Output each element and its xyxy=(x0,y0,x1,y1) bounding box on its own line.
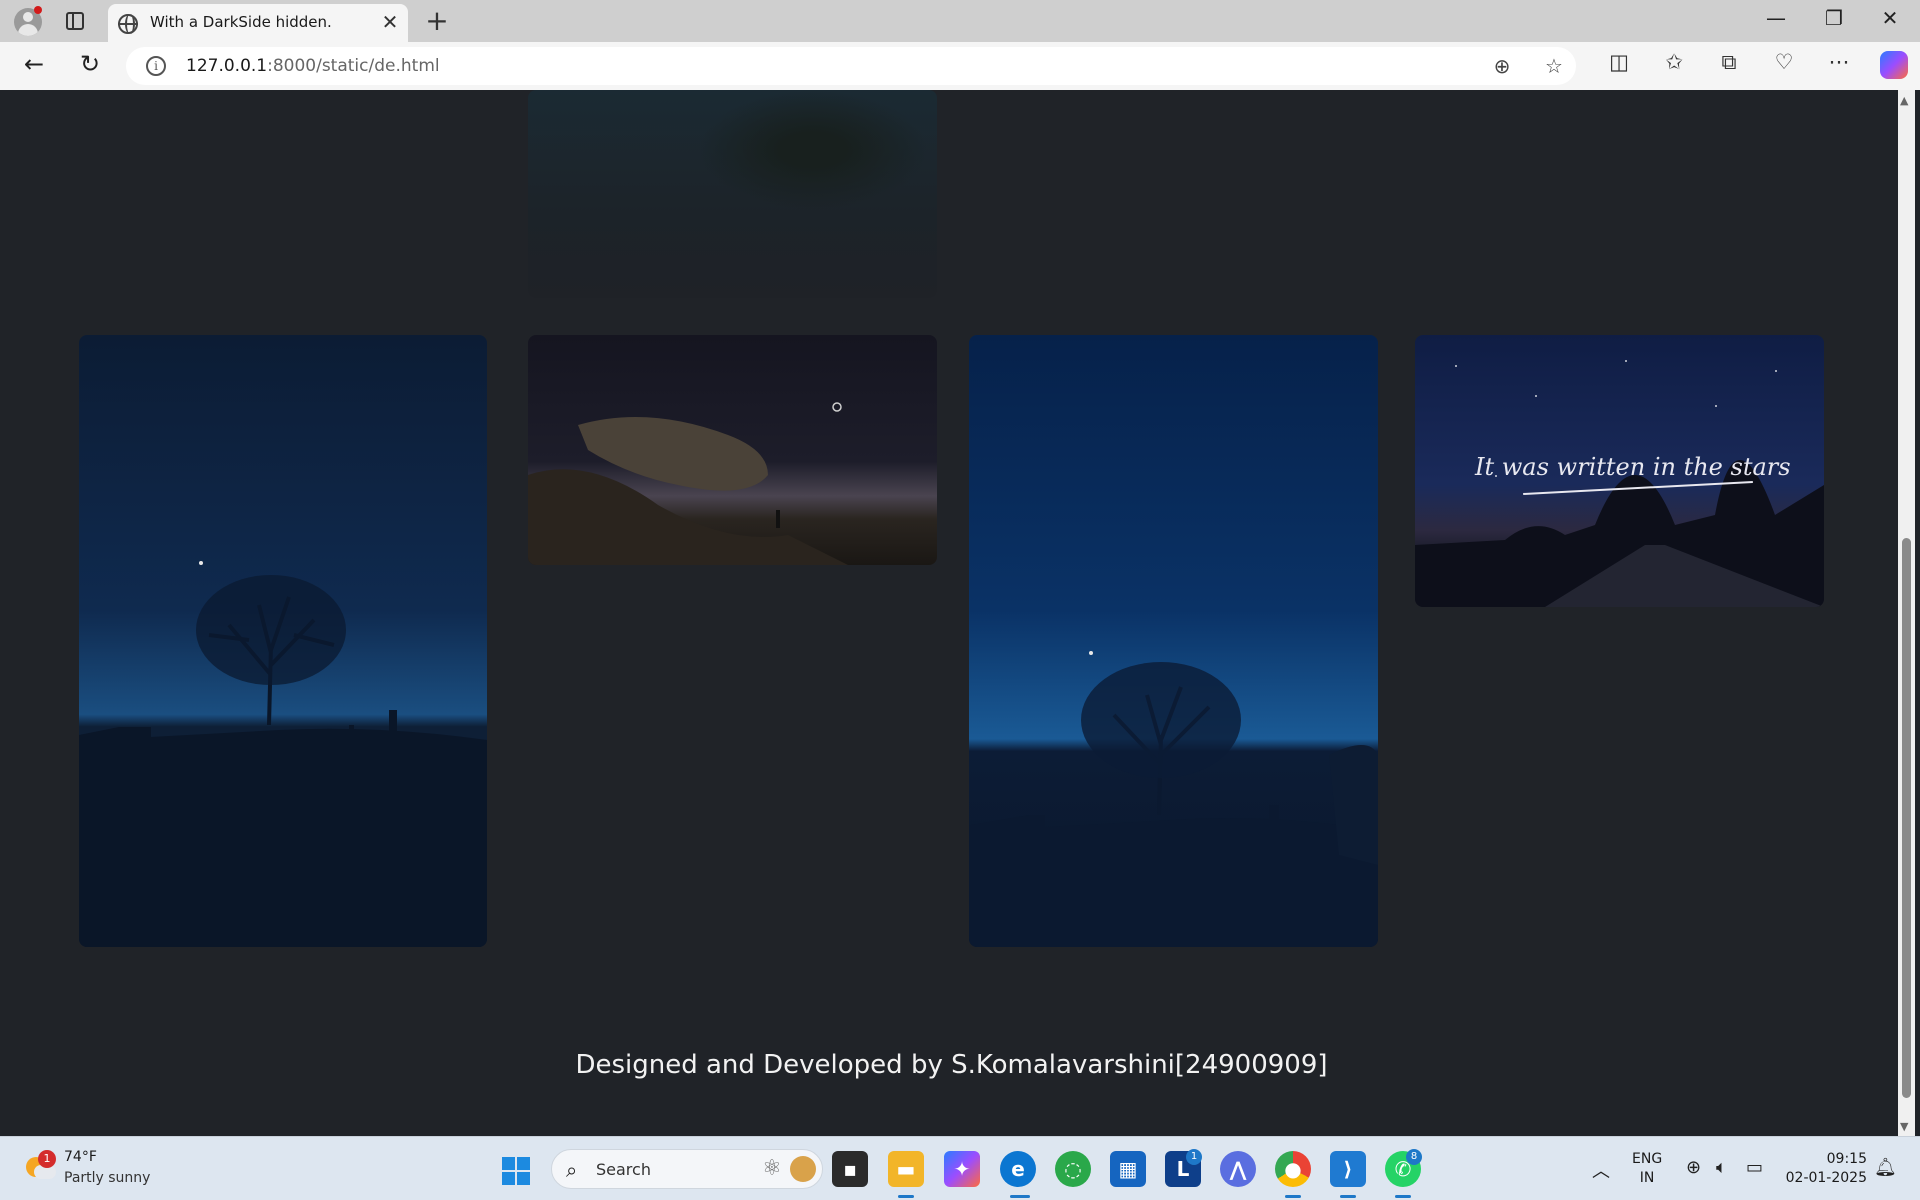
browser-essentials-icon[interactable]: ♡ xyxy=(1768,50,1800,74)
file-explorer-active-indicator xyxy=(898,1195,914,1198)
rock-silhouette xyxy=(528,402,848,565)
zoom-icon[interactable]: ⊕ xyxy=(1488,54,1516,78)
misty-forest-photo xyxy=(528,90,937,298)
stars-road-trees-photo: It was written in the stars xyxy=(1415,335,1824,607)
refresh-icon[interactable]: ↻ xyxy=(72,50,108,78)
weather-badge: 1 xyxy=(38,1150,56,1168)
clock-time: 09:15 xyxy=(1826,1151,1867,1167)
copilot-icon[interactable] xyxy=(1880,51,1908,79)
language-indicator[interactable]: ENG IN xyxy=(1632,1150,1662,1188)
rock-ledge-night-photo xyxy=(528,335,937,565)
close-window-icon[interactable]: ✕ xyxy=(1870,6,1910,30)
more-options-icon[interactable]: ⋯ xyxy=(1823,50,1855,74)
network-globe-icon[interactable]: ⊕ xyxy=(1686,1157,1701,1178)
tree-silhouette xyxy=(79,561,487,947)
scroll-thumb[interactable] xyxy=(1902,538,1911,1098)
browser-toolbar: ← ↻ i 127.0.0.1:8000/static/de.html ⊕ ☆ … xyxy=(0,42,1920,90)
tree-fence-silhouette xyxy=(969,651,1378,947)
edge-browser-icon[interactable]: e xyxy=(1000,1151,1036,1187)
search-placeholder: Search xyxy=(596,1160,651,1179)
url-text[interactable]: 127.0.0.1:8000/static/de.html xyxy=(186,56,440,76)
footer-credit: Designed and Developed by S.Komalavarshi… xyxy=(575,1050,1328,1080)
scroll-up-arrow-icon[interactable]: ▲ xyxy=(1900,94,1908,107)
close-tab-icon[interactable]: ✕ xyxy=(378,10,402,34)
microsoft-store-icon[interactable]: ▦ xyxy=(1110,1151,1146,1187)
weather-description[interactable]: Partly sunny xyxy=(64,1170,150,1186)
copilot-app-icon[interactable]: ✦ xyxy=(944,1151,980,1187)
whatsapp-badge: 8 xyxy=(1406,1149,1422,1165)
search-icon: ⌕ xyxy=(566,1158,578,1182)
tab-actions-icon[interactable] xyxy=(66,12,84,30)
windows-start-icon[interactable] xyxy=(502,1157,530,1185)
url-host: 127.0.0.1 xyxy=(186,56,268,76)
vscode-active-indicator xyxy=(1340,1195,1356,1198)
search-highlight-icon: ⚛ xyxy=(762,1156,782,1181)
whatsapp-active-indicator xyxy=(1395,1195,1411,1198)
tab-title: With a DarkSide hidden. xyxy=(150,13,332,31)
favorites-icon[interactable]: ✩ xyxy=(1658,50,1690,74)
taskbar-search[interactable]: ⌕ Search ⚛ xyxy=(551,1149,823,1189)
profile-notification-dot xyxy=(34,6,42,14)
volume-icon[interactable]: 🔈︎ xyxy=(1716,1157,1727,1178)
url-path: :8000/static/de.html xyxy=(267,56,440,76)
site-info-icon[interactable]: i xyxy=(146,56,166,76)
task-view-icon[interactable]: ▪ xyxy=(832,1151,868,1187)
stars-quote-text: It was written in the stars xyxy=(1475,453,1791,481)
notifications-bell-icon[interactable]: 🔔︎ xyxy=(1874,1157,1897,1178)
address-bar[interactable]: i 127.0.0.1:8000/static/de.html ⊕ ☆ xyxy=(126,47,1576,85)
back-icon[interactable]: ← xyxy=(16,50,52,78)
battery-icon[interactable]: ▭ xyxy=(1746,1157,1763,1178)
language-line2: IN xyxy=(1639,1170,1655,1186)
tree-under-moon-photo xyxy=(79,335,487,947)
tree-fence-blue-hour-photo xyxy=(969,335,1378,947)
browser-title-bar: With a DarkSide hidden. ✕ + — ❐ ✕ xyxy=(0,0,1920,42)
android-studio-icon[interactable]: ⋀ xyxy=(1220,1151,1256,1187)
file-explorer-icon[interactable]: ▬ xyxy=(888,1151,924,1187)
globe-icon xyxy=(118,14,138,34)
favorite-star-icon[interactable]: ☆ xyxy=(1540,54,1568,78)
restore-icon[interactable]: ❐ xyxy=(1814,6,1854,30)
scroll-down-arrow-icon[interactable]: ▼ xyxy=(1900,1120,1908,1133)
edge-active-indicator xyxy=(1010,1195,1030,1198)
language-line1: ENG xyxy=(1632,1151,1663,1167)
linkedin-badge: 1 xyxy=(1186,1149,1202,1165)
vscode-icon[interactable]: ⟩ xyxy=(1330,1151,1366,1187)
split-screen-icon[interactable]: ◫ xyxy=(1603,50,1635,74)
weather-temperature[interactable]: 74°F xyxy=(64,1149,97,1165)
new-tab-button[interactable]: + xyxy=(422,4,452,37)
page-viewport: It was written in the stars Designed and… xyxy=(5,90,1898,1136)
refresh-app-icon[interactable]: ◌ xyxy=(1055,1151,1091,1187)
chrome-active-indicator xyxy=(1285,1195,1301,1198)
taskbar-clock[interactable]: 09:15 02-01-2025 xyxy=(1782,1150,1867,1188)
windows-taskbar: 1 74°F Partly sunny ⌕ Search ⚛ ▪ ▬ ✦ e ◌… xyxy=(0,1136,1920,1200)
collections-icon[interactable]: ⧉ xyxy=(1713,50,1745,75)
show-hidden-icons-chevron-icon[interactable]: ︿ xyxy=(1592,1157,1610,1183)
page-scrollbar[interactable]: ▲ ▼ xyxy=(1898,90,1915,1136)
clock-date: 02-01-2025 xyxy=(1785,1170,1867,1186)
tab-active[interactable]: With a DarkSide hidden. ✕ xyxy=(108,4,408,42)
search-highlight-image-icon xyxy=(790,1156,816,1182)
minimize-icon[interactable]: — xyxy=(1756,6,1796,30)
chrome-icon[interactable]: ● xyxy=(1275,1151,1311,1187)
